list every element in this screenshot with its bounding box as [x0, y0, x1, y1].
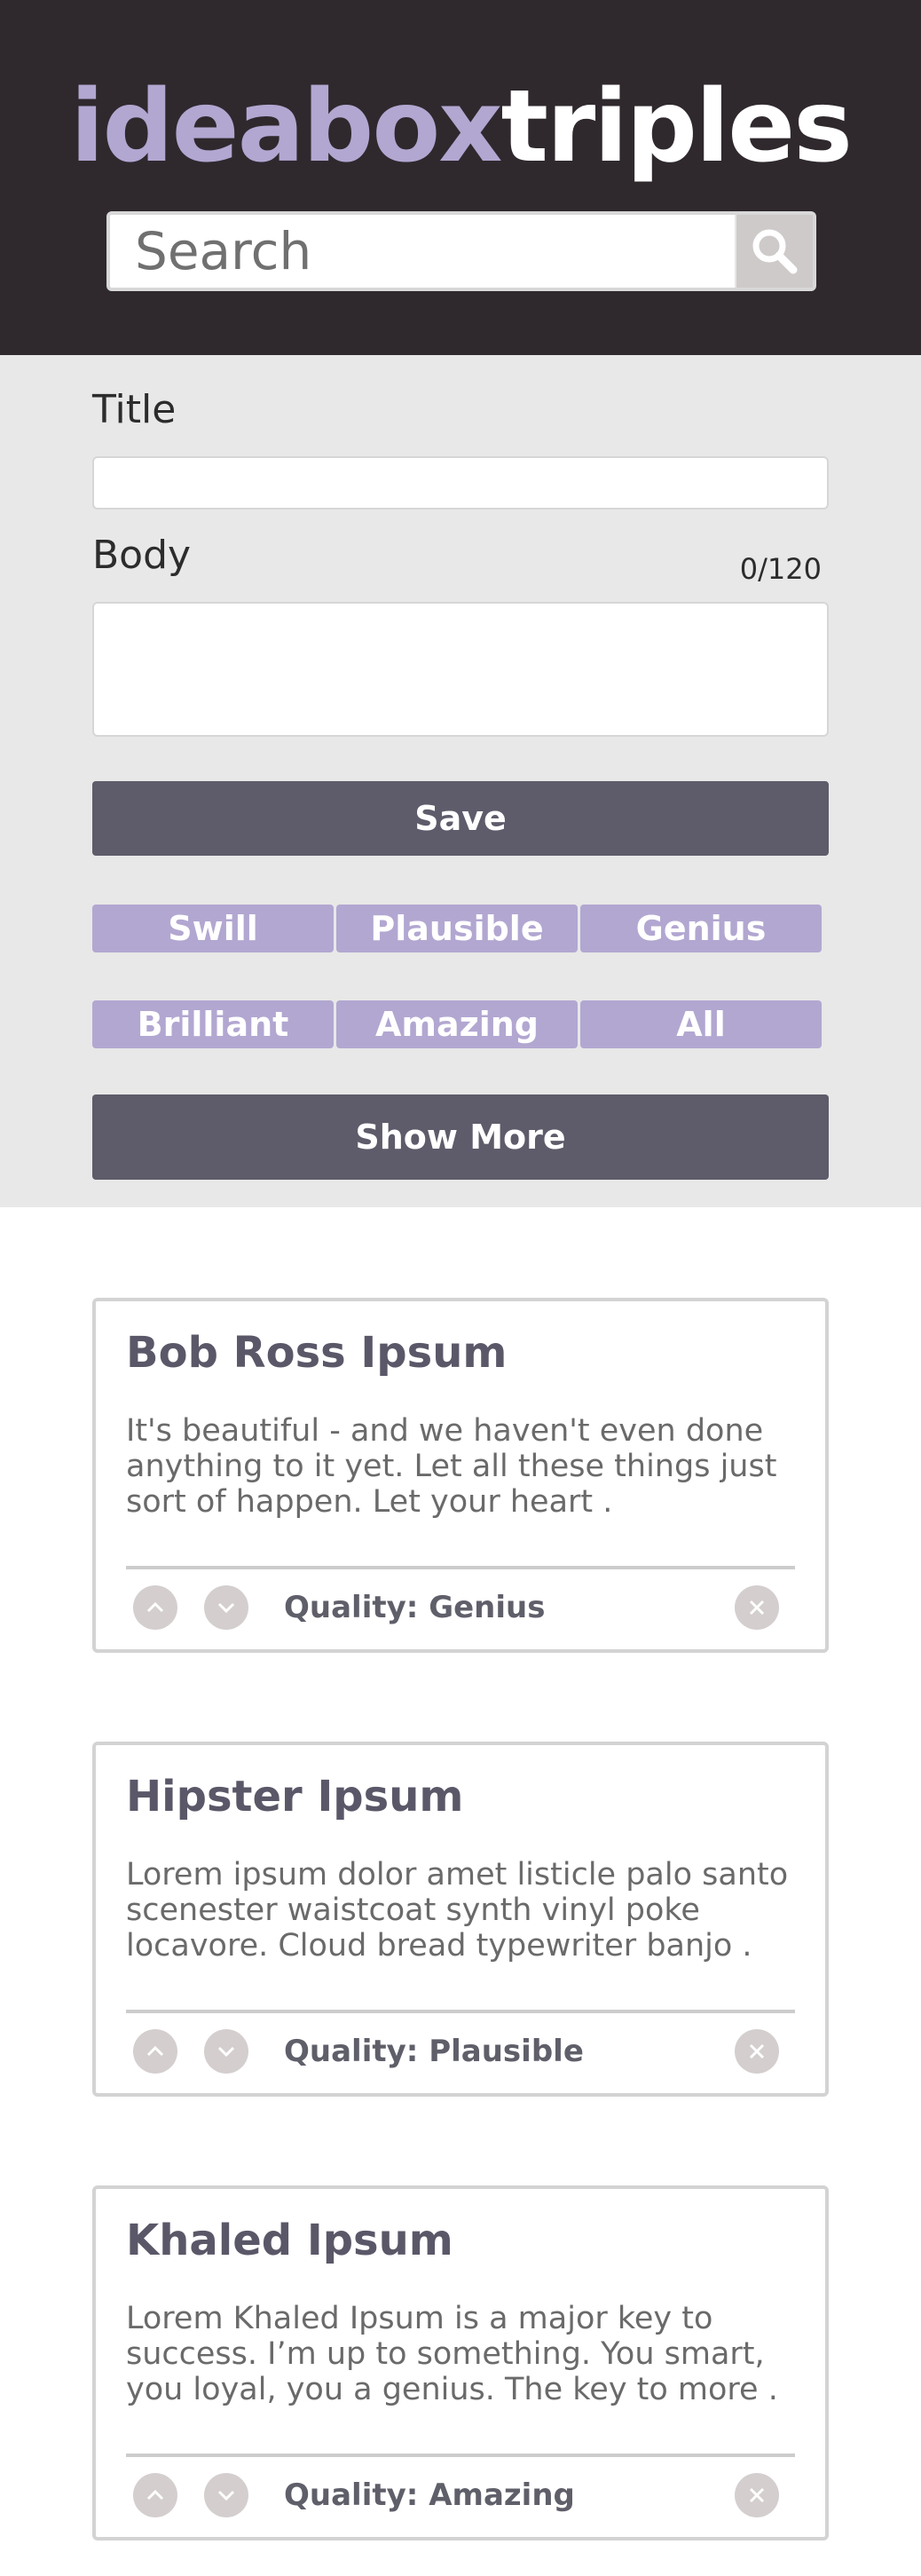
search-input[interactable] [110, 215, 735, 288]
idea-card: Hipster Ipsum Lorem ipsum dolor amet lis… [92, 1742, 829, 2097]
body-textarea[interactable] [94, 604, 827, 735]
idea-form: Title Body 0/120 Save Swill Plausible Ge… [0, 355, 921, 1207]
upvote-button[interactable] [133, 2473, 177, 2517]
app-header: ideaboxtriples [0, 0, 921, 355]
save-button[interactable]: Save [92, 781, 829, 856]
filter-amazing-button[interactable]: Amazing [336, 1000, 578, 1048]
logo-part-triples: triples [500, 69, 853, 185]
show-more-button[interactable]: Show More [92, 1094, 829, 1180]
delete-button[interactable] [735, 2029, 779, 2074]
idea-title[interactable]: Bob Ross Ipsum [126, 1328, 507, 1378]
idea-body[interactable]: Lorem Khaled Ipsum is a major key to suc… [126, 2301, 800, 2407]
filter-swill-button[interactable]: Swill [92, 905, 334, 952]
idea-card: Bob Ross Ipsum It's beautiful - and we h… [92, 1298, 829, 1653]
idea-body[interactable]: Lorem ipsum dolor amet listicle palo san… [126, 1857, 800, 1964]
card-divider [126, 2010, 795, 2013]
close-icon [749, 2043, 765, 2059]
chevron-up-icon [146, 2489, 164, 2501]
idea-quality: Quality: Plausible [284, 2034, 584, 2069]
chevron-down-icon [217, 1602, 235, 1614]
card-divider [126, 2454, 795, 2457]
filter-brilliant-button[interactable]: Brilliant [92, 1000, 334, 1048]
card-divider [126, 1566, 795, 1569]
chevron-down-icon [217, 2046, 235, 2058]
char-counter: 0/120 [739, 552, 822, 586]
chevron-up-icon [146, 1601, 164, 1613]
downvote-button[interactable] [204, 1585, 248, 1630]
body-label: Body [92, 533, 192, 578]
magnifier-icon [752, 229, 798, 274]
upvote-button[interactable] [133, 1585, 177, 1630]
chevron-down-icon [217, 2490, 235, 2501]
search-button[interactable] [735, 215, 813, 288]
app-logo: ideaboxtriples [0, 69, 921, 185]
delete-button[interactable] [735, 1585, 779, 1630]
idea-quality: Quality: Amazing [284, 2477, 575, 2513]
body-field-wrap [92, 602, 829, 737]
close-icon [749, 2487, 765, 2503]
close-icon [749, 1600, 765, 1616]
downvote-button[interactable] [204, 2473, 248, 2517]
chevron-up-icon [146, 2045, 164, 2057]
logo-part-ideabox: ideabox [70, 69, 502, 185]
idea-body[interactable]: It's beautiful - and we haven't even don… [126, 1413, 800, 1520]
search-bar [106, 211, 816, 291]
idea-card: Khaled Ipsum Lorem Khaled Ipsum is a maj… [92, 2185, 829, 2540]
filter-genius-button[interactable]: Genius [580, 905, 822, 952]
filter-plausible-button[interactable]: Plausible [336, 905, 578, 952]
title-label: Title [92, 387, 177, 432]
downvote-button[interactable] [204, 2029, 248, 2074]
idea-title[interactable]: Khaled Ipsum [126, 2216, 453, 2265]
title-input[interactable] [94, 458, 827, 508]
delete-button[interactable] [735, 2473, 779, 2517]
upvote-button[interactable] [133, 2029, 177, 2074]
idea-title[interactable]: Hipster Ipsum [126, 1772, 463, 1821]
filter-all-button[interactable]: All [580, 1000, 822, 1048]
title-field-wrap [92, 456, 829, 510]
idea-quality: Quality: Genius [284, 1590, 546, 1625]
